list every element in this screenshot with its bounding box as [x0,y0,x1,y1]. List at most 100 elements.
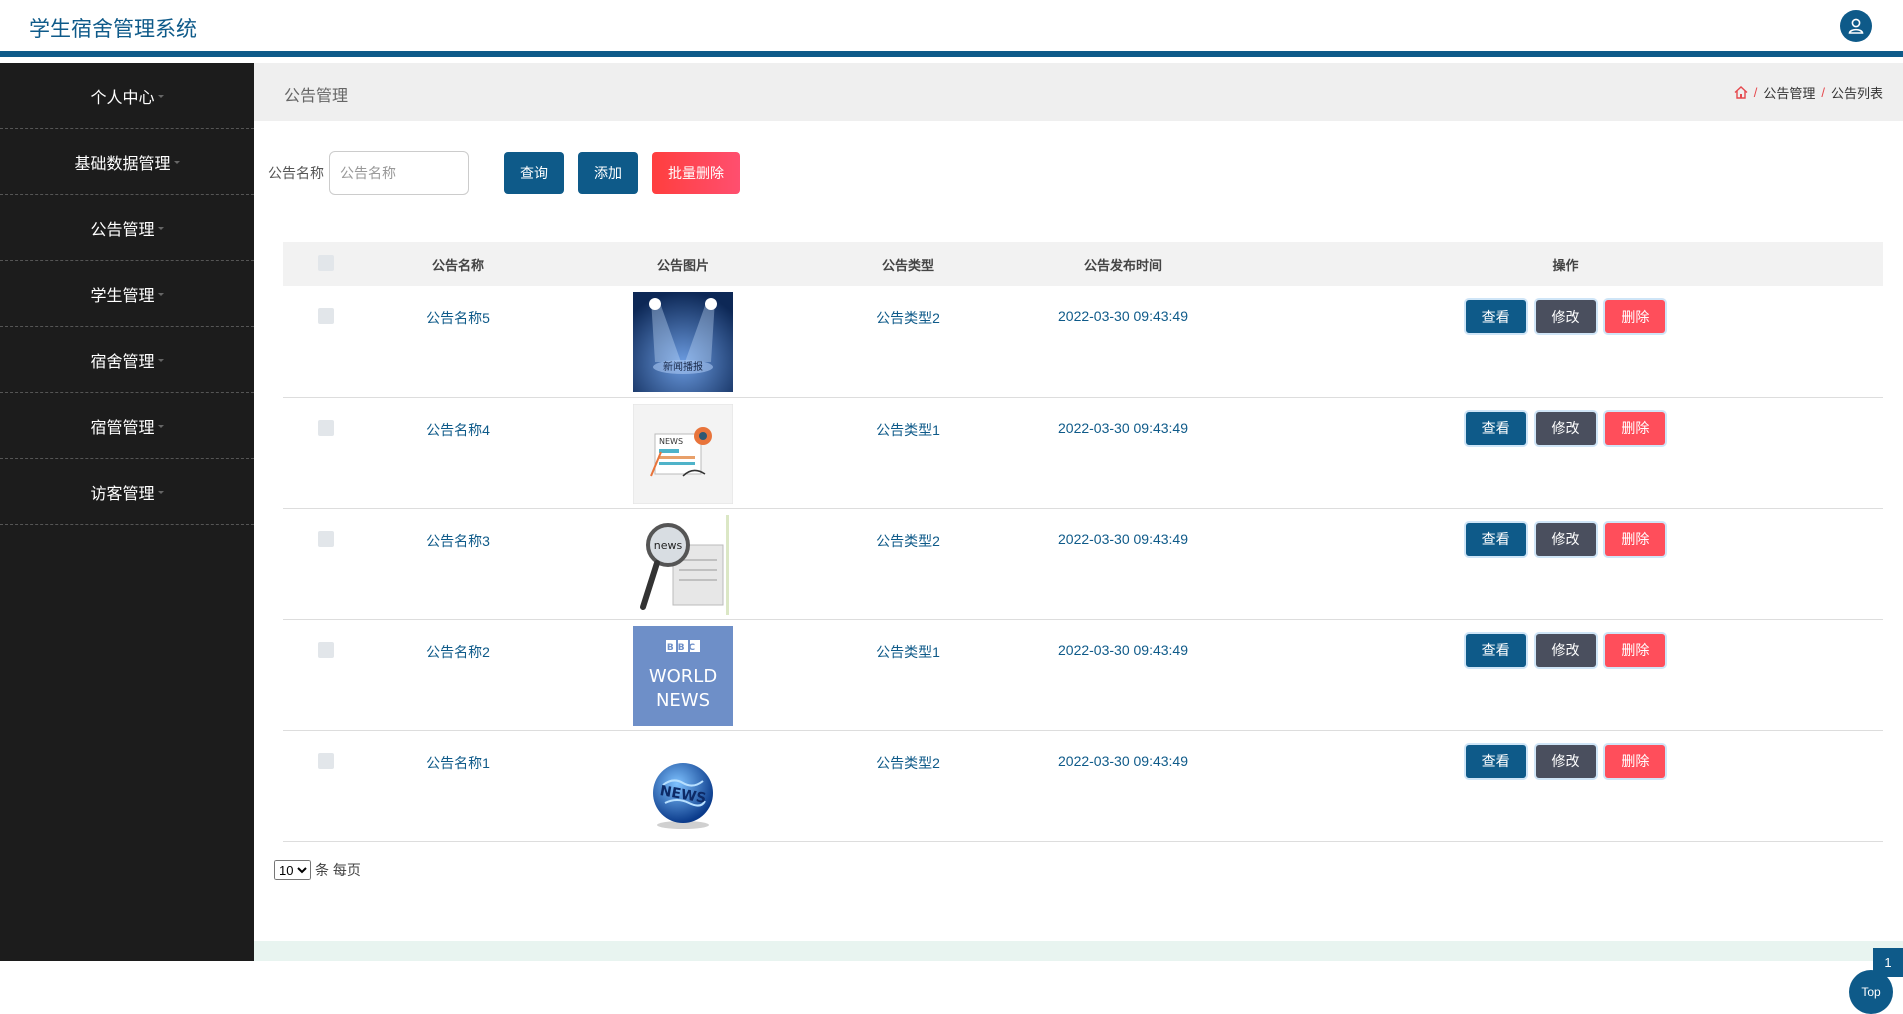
table-header: 公告名称 公告图片 公告类型 公告发布时间 操作 [283,242,1883,286]
column-header: 公告发布时间 [1083,257,1162,273]
sidebar-item-students[interactable]: 学生管理 [0,261,254,327]
notice-thumbnail-globe: NEWS [633,736,733,837]
column-header: 公告类型 [881,257,934,273]
user-icon[interactable] [1840,10,1872,42]
table-row: 公告名称1 NEWS 公告类型2 2022-03-30 09:43:49 查看 … [283,730,1883,841]
notice-type: 公告类型1 [876,643,940,660]
breadcrumb-item[interactable]: 公告管理 [1763,83,1815,102]
notice-name: 公告名称3 [426,532,490,549]
caret-down-icon [157,227,164,230]
row-checkbox[interactable] [317,641,334,658]
table-row: 公告名称3 news 公告类型2 2022-03-30 09:43:49 查看 … [283,508,1883,619]
add-button[interactable]: 添加 [578,152,638,194]
actions-cell: 查看 修改 删除 [1248,619,1883,730]
stage-caption: 新闻播报 [663,360,703,373]
notice-name: 公告名称5 [426,310,490,326]
bbc-world-text: WORLD [649,666,717,687]
caret-down-icon [173,161,180,164]
notice-time: 2022-03-30 09:43:49 [1058,530,1188,547]
actions-cell: 查看 修改 删除 [1248,397,1883,508]
caret-down-icon [157,293,164,296]
actions-cell: 查看 修改 删除 [1248,730,1883,841]
notice-type: 公告类型2 [876,310,940,326]
user-glyph [1848,18,1864,34]
main-content: 公告管理 / 公告管理 / 公告列表 公告名称 查询 添加 批量删除 [254,63,1903,1014]
row-select-cell [283,508,368,619]
bulk-delete-button[interactable]: 批量删除 [652,152,740,194]
notice-name: 公告名称4 [426,421,490,438]
delete-button[interactable]: 删除 [1605,744,1666,778]
sidebar-item-visitors[interactable]: 访客管理 [0,459,254,525]
sidebar-item-label: 基础数据管理 [74,155,171,173]
notice-image-cell: NEWS [548,730,818,841]
newspaper-caption: NEWS [659,437,683,446]
edit-button[interactable]: 修改 [1535,522,1596,556]
view-button[interactable]: 查看 [1465,744,1526,778]
column-header: 操作 [1552,257,1579,273]
table-row: 公告名称2 BBC WORLD NEWS 公告类型1 2022-03-30 09… [283,619,1883,730]
delete-button[interactable]: 删除 [1605,411,1666,445]
notice-thumbnail-bbc: BBC WORLD NEWS [633,625,733,726]
view-button[interactable]: 查看 [1465,411,1526,445]
sidebar-item-basic-data[interactable]: 基础数据管理 [0,129,254,195]
bbc-logo-text: BBC [667,643,699,653]
notice-image-cell: NEWS [548,397,818,508]
delete-button[interactable]: 删除 [1605,633,1666,667]
column-header: 公告名称 [431,257,484,273]
row-checkbox[interactable] [317,308,334,324]
view-button[interactable]: 查看 [1465,522,1526,556]
page-size-select[interactable]: 10 [274,860,311,880]
caret-down-icon [157,425,164,428]
notice-time: 2022-03-30 09:43:49 [1058,752,1188,769]
breadcrumb: / 公告管理 / 公告列表 [1734,83,1883,102]
notice-time: 2022-03-30 09:43:49 [1058,308,1188,324]
table-row: 公告名称4 NEWS 公告类型1 2022-03-30 09:43:49 查看 … [283,397,1883,508]
magnifier-caption: news [654,539,683,552]
delete-button[interactable]: 删除 [1605,522,1666,556]
actions-cell: 查看 修改 删除 [1248,508,1883,619]
edit-button[interactable]: 修改 [1535,300,1596,333]
view-button[interactable]: 查看 [1465,300,1526,333]
notice-time: 2022-03-30 09:43:49 [1058,419,1188,436]
query-button[interactable]: 查询 [504,152,564,194]
edit-button[interactable]: 修改 [1535,411,1596,445]
row-checkbox[interactable] [317,419,334,436]
pagination: 10 条 每页 [274,860,361,880]
notice-image-cell: BBC WORLD NEWS [548,619,818,730]
edit-button[interactable]: 修改 [1535,633,1596,667]
sidebar-item-dorms[interactable]: 宿舍管理 [0,327,254,393]
breadcrumb-item: 公告列表 [1830,86,1883,101]
sidebar-item-personal[interactable]: 个人中心 [0,63,254,129]
app-title: 学生宿舍管理系统 [29,18,197,41]
row-checkbox[interactable] [317,752,334,769]
home-icon[interactable] [1734,86,1748,99]
back-to-top-button[interactable]: Top [1849,970,1893,1014]
row-select-cell [283,397,368,508]
caret-down-icon [157,359,164,362]
page-header: 公告管理 / 公告管理 / 公告列表 [254,63,1903,121]
edit-button[interactable]: 修改 [1535,744,1596,778]
sidebar-item-dorm-managers[interactable]: 宿管管理 [0,393,254,459]
row-select-cell [283,730,368,841]
notice-table: 公告名称 公告图片 公告类型 公告发布时间 操作 公告名称5 新闻播报 公告类型… [283,242,1883,842]
notice-image-cell: news [548,508,818,619]
notice-type: 公告类型2 [876,532,940,549]
footer-strip [254,941,1903,961]
select-all-checkbox[interactable] [317,254,334,271]
caret-down-icon [157,491,164,494]
actions-cell: 查看 修改 删除 [1248,286,1883,397]
search-input[interactable] [329,151,469,195]
sidebar: 个人中心 基础数据管理 公告管理 学生管理 宿舍管理 宿管管理 访客管理 [0,63,254,961]
sidebar-item-label: 个人中心 [90,89,155,107]
breadcrumb-separator: / [1821,85,1825,100]
sidebar-item-label: 宿管管理 [90,419,155,437]
delete-button[interactable]: 删除 [1605,300,1666,333]
sidebar-item-notices[interactable]: 公告管理 [0,195,254,261]
page-title: 公告管理 [284,88,349,105]
row-select-cell [283,619,368,730]
view-button[interactable]: 查看 [1465,633,1526,667]
sidebar-item-label: 公告管理 [90,221,155,239]
row-checkbox[interactable] [317,530,334,547]
notice-type: 公告类型2 [876,754,940,771]
search-label: 公告名称 [268,165,324,181]
